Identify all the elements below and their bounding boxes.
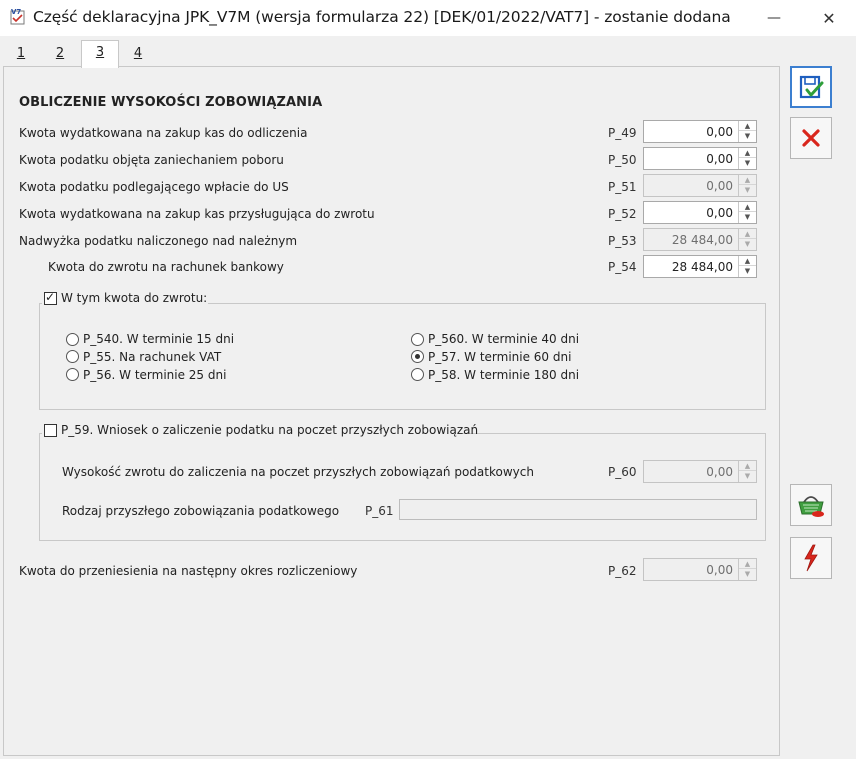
spin-up-icon[interactable]: ▲ <box>739 256 756 266</box>
p52-input[interactable]: 0,00 ▲ ▼ <box>643 201 757 224</box>
radio-p58[interactable] <box>411 368 424 381</box>
p50-label: Kwota podatku objęta zaniechaniem poboru <box>19 153 284 167</box>
p53-spinner: ▲ ▼ <box>738 229 756 250</box>
spin-up-icon[interactable]: ▲ <box>739 202 756 212</box>
p59-checkbox-label: P_59. Wniosek o zaliczenie podatku na po… <box>61 423 479 437</box>
p62-label: Kwota do przeniesienia na następny okres… <box>19 564 358 578</box>
p59-checkbox[interactable] <box>44 424 57 437</box>
section-title: OBLICZENIE WYSOKOŚCI ZOBOWIĄZANIA <box>19 95 323 110</box>
spin-down-icon: ▼ <box>744 570 751 578</box>
p53-label: Nadwyżka podatku naliczonego nad należny… <box>19 234 298 248</box>
p52-value: 0,00 <box>706 206 733 220</box>
p53-input: 28 484,00 ▲ ▼ <box>643 228 757 251</box>
radio-p57[interactable] <box>411 350 424 363</box>
p54-value: 28 484,00 <box>671 260 733 274</box>
p60-label: Wysokość zwrotu do zaliczenia na poczet … <box>62 465 534 479</box>
spin-up-icon[interactable]: ▲ <box>739 121 756 131</box>
spin-up-icon[interactable]: ▲ <box>739 148 756 158</box>
p60-code: P_60 <box>608 465 637 479</box>
tab-4[interactable]: 4 <box>119 42 157 67</box>
p61-input <box>399 499 757 520</box>
checkmark-icon: ✓ <box>45 290 56 304</box>
p51-label: Kwota podatku podlegającego wpłacie do U… <box>19 180 289 194</box>
p61-label: Rodzaj przyszłego zobowiązania podatkowe… <box>62 504 340 518</box>
p61-code: P_61 <box>365 504 394 518</box>
offset-group-box <box>39 433 766 541</box>
p54-code: P_54 <box>608 260 637 274</box>
radio-p560[interactable] <box>411 333 424 346</box>
radio-p540-label[interactable]: P_540. W terminie 15 dni <box>83 332 234 346</box>
spin-down-icon[interactable]: ▼ <box>739 131 756 141</box>
close-window-button[interactable]: ✕ <box>817 6 841 30</box>
spin-down-icon[interactable]: ▼ <box>739 266 756 276</box>
p54-spinner[interactable]: ▲ ▼ <box>738 256 756 277</box>
p49-value: 0,00 <box>706 125 733 139</box>
p60-input: 0,00 ▲ ▼ <box>643 460 757 483</box>
radio-p55[interactable] <box>66 350 79 363</box>
p51-spinner: ▲ ▼ <box>738 175 756 196</box>
svg-text:V7: V7 <box>11 8 21 16</box>
cancel-icon <box>802 129 820 147</box>
minimize-button[interactable]: — <box>762 6 786 30</box>
spin-down-icon: ▼ <box>744 472 751 480</box>
p49-input[interactable]: 0,00 ▲ ▼ <box>643 120 757 143</box>
tab-3[interactable]: 3 <box>81 40 119 68</box>
lightning-icon <box>804 544 818 572</box>
p53-code: P_53 <box>608 234 637 248</box>
p62-value: 0,00 <box>706 563 733 577</box>
lightning-button[interactable] <box>790 537 832 579</box>
basket-icon <box>798 496 824 517</box>
p51-input: 0,00 ▲ ▼ <box>643 174 757 197</box>
p54-label: Kwota do zwrotu na rachunek bankowy <box>48 260 284 274</box>
p60-spinner: ▲ ▼ <box>738 461 756 482</box>
p52-label: Kwota wydatkowana na zakup kas przysługu… <box>19 207 375 221</box>
p60-value: 0,00 <box>706 465 733 479</box>
spin-down-icon: ▼ <box>744 240 751 248</box>
radio-p560-label[interactable]: P_560. W terminie 40 dni <box>428 332 579 346</box>
title-bar: V7 Część deklaracyjna JPK_V7M (wersja fo… <box>0 0 856 36</box>
window-title: Część deklaracyjna JPK_V7M (wersja formu… <box>33 8 731 26</box>
p54-input[interactable]: 28 484,00 ▲ ▼ <box>643 255 757 278</box>
save-button[interactable] <box>790 66 832 108</box>
spin-down-icon[interactable]: ▼ <box>739 158 756 168</box>
p51-code: P_51 <box>608 180 637 194</box>
spin-up-icon: ▲ <box>739 229 756 239</box>
v7-form-icon: V7 <box>10 8 25 25</box>
radio-p56[interactable] <box>66 368 79 381</box>
radio-p58-label[interactable]: P_58. W terminie 180 dni <box>428 368 579 382</box>
radio-p540[interactable] <box>66 333 79 346</box>
basket-button[interactable] <box>790 484 832 526</box>
tab-1[interactable]: 1 <box>2 42 40 67</box>
radio-selected-dot <box>415 354 420 359</box>
p62-code: P_62 <box>608 564 637 578</box>
radio-p57-label[interactable]: P_57. W terminie 60 dni <box>428 350 571 364</box>
p49-spinner[interactable]: ▲ ▼ <box>738 121 756 142</box>
radio-p55-label[interactable]: P_55. Na rachunek VAT <box>83 350 221 364</box>
save-icon <box>799 75 824 99</box>
p49-code: P_49 <box>608 126 637 140</box>
p62-spinner: ▲ ▼ <box>738 559 756 580</box>
p50-value: 0,00 <box>706 152 733 166</box>
refund-checkbox-label: W tym kwota do zwrotu: <box>61 291 208 305</box>
refund-checkbox[interactable]: ✓ <box>44 290 57 305</box>
cancel-button[interactable] <box>790 117 832 159</box>
p52-spinner[interactable]: ▲ ▼ <box>738 202 756 223</box>
tab-2[interactable]: 2 <box>41 42 79 67</box>
spin-up-icon: ▲ <box>739 461 756 471</box>
p50-code: P_50 <box>608 153 637 167</box>
p50-input[interactable]: 0,00 ▲ ▼ <box>643 147 757 170</box>
p51-value: 0,00 <box>706 179 733 193</box>
p49-label: Kwota wydatkowana na zakup kas do odlicz… <box>19 126 308 140</box>
p52-code: P_52 <box>608 207 637 221</box>
spin-down-icon: ▼ <box>744 186 751 194</box>
p62-input: 0,00 ▲ ▼ <box>643 558 757 581</box>
p53-value: 28 484,00 <box>671 233 733 247</box>
spin-up-icon: ▲ <box>739 559 756 569</box>
spin-up-icon: ▲ <box>739 175 756 185</box>
p50-spinner[interactable]: ▲ ▼ <box>738 148 756 169</box>
spin-down-icon[interactable]: ▼ <box>739 212 756 222</box>
radio-p56-label[interactable]: P_56. W terminie 25 dni <box>83 368 226 382</box>
